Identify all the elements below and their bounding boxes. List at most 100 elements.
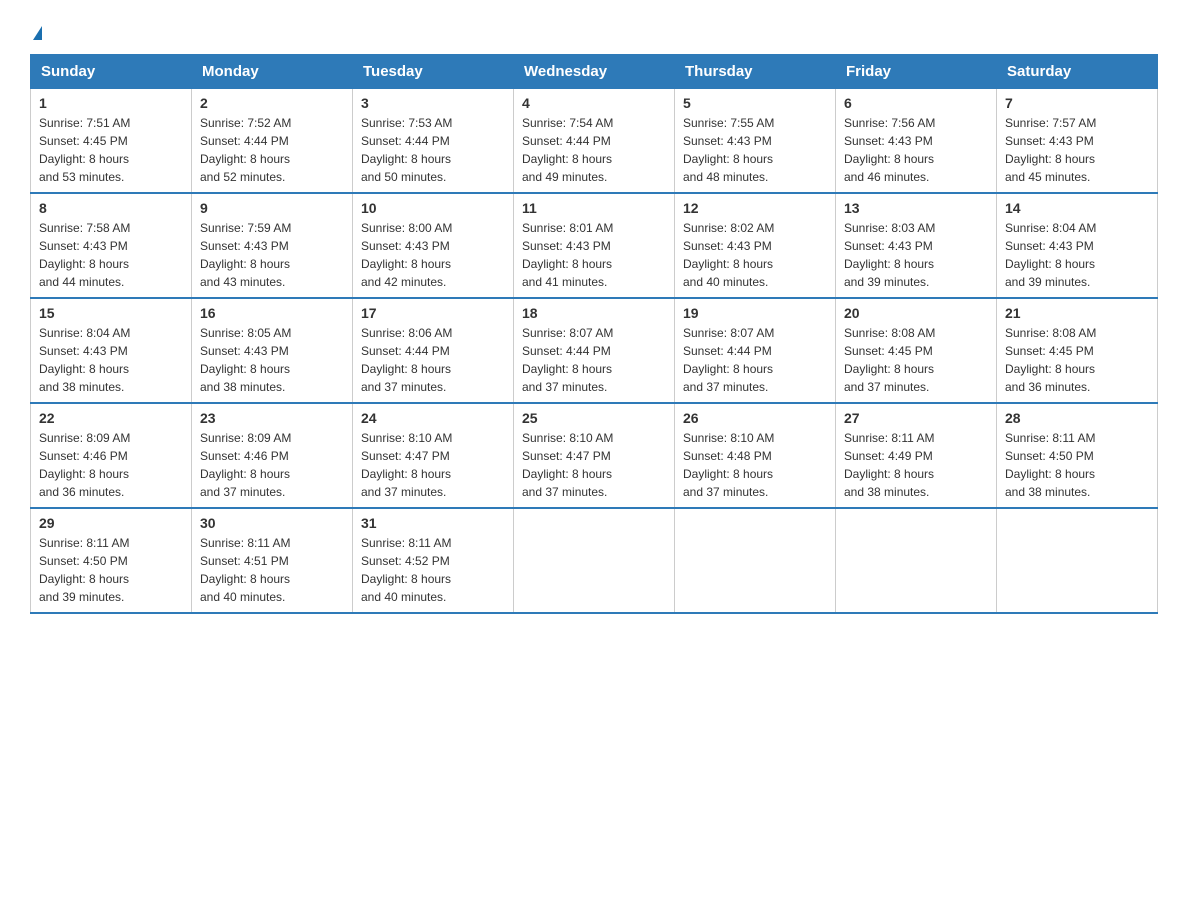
- day-info: Sunrise: 7:59 AM Sunset: 4:43 PM Dayligh…: [200, 219, 344, 291]
- day-info: Sunrise: 8:11 AM Sunset: 4:49 PM Dayligh…: [844, 429, 988, 501]
- day-number: 10: [361, 200, 505, 216]
- calendar-cell: 12 Sunrise: 8:02 AM Sunset: 4:43 PM Dayl…: [675, 193, 836, 298]
- calendar-week-row: 22 Sunrise: 8:09 AM Sunset: 4:46 PM Dayl…: [31, 403, 1158, 508]
- calendar-cell: 22 Sunrise: 8:09 AM Sunset: 4:46 PM Dayl…: [31, 403, 192, 508]
- day-number: 2: [200, 95, 344, 111]
- day-number: 3: [361, 95, 505, 111]
- day-number: 12: [683, 200, 827, 216]
- day-info: Sunrise: 8:04 AM Sunset: 4:43 PM Dayligh…: [39, 324, 183, 396]
- day-number: 31: [361, 515, 505, 531]
- day-info: Sunrise: 7:51 AM Sunset: 4:45 PM Dayligh…: [39, 114, 183, 186]
- day-number: 29: [39, 515, 183, 531]
- logo-triangle-icon: [33, 26, 42, 40]
- day-info: Sunrise: 7:56 AM Sunset: 4:43 PM Dayligh…: [844, 114, 988, 186]
- calendar-cell: 15 Sunrise: 8:04 AM Sunset: 4:43 PM Dayl…: [31, 298, 192, 403]
- calendar-cell: [514, 508, 675, 613]
- calendar-cell: 25 Sunrise: 8:10 AM Sunset: 4:47 PM Dayl…: [514, 403, 675, 508]
- day-info: Sunrise: 7:57 AM Sunset: 4:43 PM Dayligh…: [1005, 114, 1149, 186]
- calendar-week-row: 8 Sunrise: 7:58 AM Sunset: 4:43 PM Dayli…: [31, 193, 1158, 298]
- day-number: 19: [683, 305, 827, 321]
- calendar-cell: 11 Sunrise: 8:01 AM Sunset: 4:43 PM Dayl…: [514, 193, 675, 298]
- calendar-table: SundayMondayTuesdayWednesdayThursdayFrid…: [30, 54, 1158, 614]
- calendar-cell: 1 Sunrise: 7:51 AM Sunset: 4:45 PM Dayli…: [31, 89, 192, 194]
- day-number: 11: [522, 200, 666, 216]
- day-info: Sunrise: 8:07 AM Sunset: 4:44 PM Dayligh…: [522, 324, 666, 396]
- day-info: Sunrise: 7:55 AM Sunset: 4:43 PM Dayligh…: [683, 114, 827, 186]
- day-number: 25: [522, 410, 666, 426]
- calendar-cell: 10 Sunrise: 8:00 AM Sunset: 4:43 PM Dayl…: [353, 193, 514, 298]
- calendar-cell: 30 Sunrise: 8:11 AM Sunset: 4:51 PM Dayl…: [192, 508, 353, 613]
- day-info: Sunrise: 7:58 AM Sunset: 4:43 PM Dayligh…: [39, 219, 183, 291]
- calendar-week-row: 29 Sunrise: 8:11 AM Sunset: 4:50 PM Dayl…: [31, 508, 1158, 613]
- col-header-thursday: Thursday: [675, 55, 836, 89]
- calendar-cell: 17 Sunrise: 8:06 AM Sunset: 4:44 PM Dayl…: [353, 298, 514, 403]
- col-header-tuesday: Tuesday: [353, 55, 514, 89]
- col-header-saturday: Saturday: [997, 55, 1158, 89]
- calendar-cell: 9 Sunrise: 7:59 AM Sunset: 4:43 PM Dayli…: [192, 193, 353, 298]
- calendar-cell: 14 Sunrise: 8:04 AM Sunset: 4:43 PM Dayl…: [997, 193, 1158, 298]
- calendar-cell: [836, 508, 997, 613]
- day-number: 26: [683, 410, 827, 426]
- calendar-cell: 16 Sunrise: 8:05 AM Sunset: 4:43 PM Dayl…: [192, 298, 353, 403]
- calendar-cell: 26 Sunrise: 8:10 AM Sunset: 4:48 PM Dayl…: [675, 403, 836, 508]
- calendar-cell: 31 Sunrise: 8:11 AM Sunset: 4:52 PM Dayl…: [353, 508, 514, 613]
- day-info: Sunrise: 8:05 AM Sunset: 4:43 PM Dayligh…: [200, 324, 344, 396]
- day-info: Sunrise: 7:54 AM Sunset: 4:44 PM Dayligh…: [522, 114, 666, 186]
- calendar-cell: 29 Sunrise: 8:11 AM Sunset: 4:50 PM Dayl…: [31, 508, 192, 613]
- day-number: 23: [200, 410, 344, 426]
- day-info: Sunrise: 8:11 AM Sunset: 4:51 PM Dayligh…: [200, 534, 344, 606]
- day-number: 4: [522, 95, 666, 111]
- calendar-cell: [675, 508, 836, 613]
- day-number: 8: [39, 200, 183, 216]
- day-info: Sunrise: 8:04 AM Sunset: 4:43 PM Dayligh…: [1005, 219, 1149, 291]
- day-info: Sunrise: 8:02 AM Sunset: 4:43 PM Dayligh…: [683, 219, 827, 291]
- day-number: 9: [200, 200, 344, 216]
- col-header-wednesday: Wednesday: [514, 55, 675, 89]
- calendar-cell: 8 Sunrise: 7:58 AM Sunset: 4:43 PM Dayli…: [31, 193, 192, 298]
- day-number: 27: [844, 410, 988, 426]
- day-number: 18: [522, 305, 666, 321]
- calendar-cell: 4 Sunrise: 7:54 AM Sunset: 4:44 PM Dayli…: [514, 89, 675, 194]
- calendar-cell: 28 Sunrise: 8:11 AM Sunset: 4:50 PM Dayl…: [997, 403, 1158, 508]
- day-number: 17: [361, 305, 505, 321]
- calendar-cell: 5 Sunrise: 7:55 AM Sunset: 4:43 PM Dayli…: [675, 89, 836, 194]
- day-info: Sunrise: 7:53 AM Sunset: 4:44 PM Dayligh…: [361, 114, 505, 186]
- day-number: 22: [39, 410, 183, 426]
- day-info: Sunrise: 8:08 AM Sunset: 4:45 PM Dayligh…: [844, 324, 988, 396]
- calendar-cell: 20 Sunrise: 8:08 AM Sunset: 4:45 PM Dayl…: [836, 298, 997, 403]
- day-number: 7: [1005, 95, 1149, 111]
- day-number: 24: [361, 410, 505, 426]
- day-info: Sunrise: 8:10 AM Sunset: 4:47 PM Dayligh…: [361, 429, 505, 501]
- calendar-cell: 18 Sunrise: 8:07 AM Sunset: 4:44 PM Dayl…: [514, 298, 675, 403]
- day-info: Sunrise: 8:11 AM Sunset: 4:50 PM Dayligh…: [39, 534, 183, 606]
- day-info: Sunrise: 8:09 AM Sunset: 4:46 PM Dayligh…: [200, 429, 344, 501]
- day-info: Sunrise: 8:08 AM Sunset: 4:45 PM Dayligh…: [1005, 324, 1149, 396]
- day-info: Sunrise: 8:07 AM Sunset: 4:44 PM Dayligh…: [683, 324, 827, 396]
- calendar-cell: 21 Sunrise: 8:08 AM Sunset: 4:45 PM Dayl…: [997, 298, 1158, 403]
- calendar-cell: 24 Sunrise: 8:10 AM Sunset: 4:47 PM Dayl…: [353, 403, 514, 508]
- day-info: Sunrise: 8:09 AM Sunset: 4:46 PM Dayligh…: [39, 429, 183, 501]
- day-info: Sunrise: 8:06 AM Sunset: 4:44 PM Dayligh…: [361, 324, 505, 396]
- day-info: Sunrise: 8:00 AM Sunset: 4:43 PM Dayligh…: [361, 219, 505, 291]
- page-header: [30, 20, 1158, 44]
- day-info: Sunrise: 8:10 AM Sunset: 4:48 PM Dayligh…: [683, 429, 827, 501]
- col-header-sunday: Sunday: [31, 55, 192, 89]
- calendar-cell: 27 Sunrise: 8:11 AM Sunset: 4:49 PM Dayl…: [836, 403, 997, 508]
- day-info: Sunrise: 8:11 AM Sunset: 4:50 PM Dayligh…: [1005, 429, 1149, 501]
- calendar-cell: 6 Sunrise: 7:56 AM Sunset: 4:43 PM Dayli…: [836, 89, 997, 194]
- day-number: 6: [844, 95, 988, 111]
- day-number: 5: [683, 95, 827, 111]
- calendar-week-row: 15 Sunrise: 8:04 AM Sunset: 4:43 PM Dayl…: [31, 298, 1158, 403]
- day-number: 21: [1005, 305, 1149, 321]
- calendar-cell: 13 Sunrise: 8:03 AM Sunset: 4:43 PM Dayl…: [836, 193, 997, 298]
- day-info: Sunrise: 7:52 AM Sunset: 4:44 PM Dayligh…: [200, 114, 344, 186]
- calendar-cell: [997, 508, 1158, 613]
- calendar-cell: 7 Sunrise: 7:57 AM Sunset: 4:43 PM Dayli…: [997, 89, 1158, 194]
- calendar-cell: 2 Sunrise: 7:52 AM Sunset: 4:44 PM Dayli…: [192, 89, 353, 194]
- day-number: 1: [39, 95, 183, 111]
- col-header-monday: Monday: [192, 55, 353, 89]
- day-info: Sunrise: 8:01 AM Sunset: 4:43 PM Dayligh…: [522, 219, 666, 291]
- day-info: Sunrise: 8:11 AM Sunset: 4:52 PM Dayligh…: [361, 534, 505, 606]
- logo: [30, 20, 42, 44]
- day-number: 14: [1005, 200, 1149, 216]
